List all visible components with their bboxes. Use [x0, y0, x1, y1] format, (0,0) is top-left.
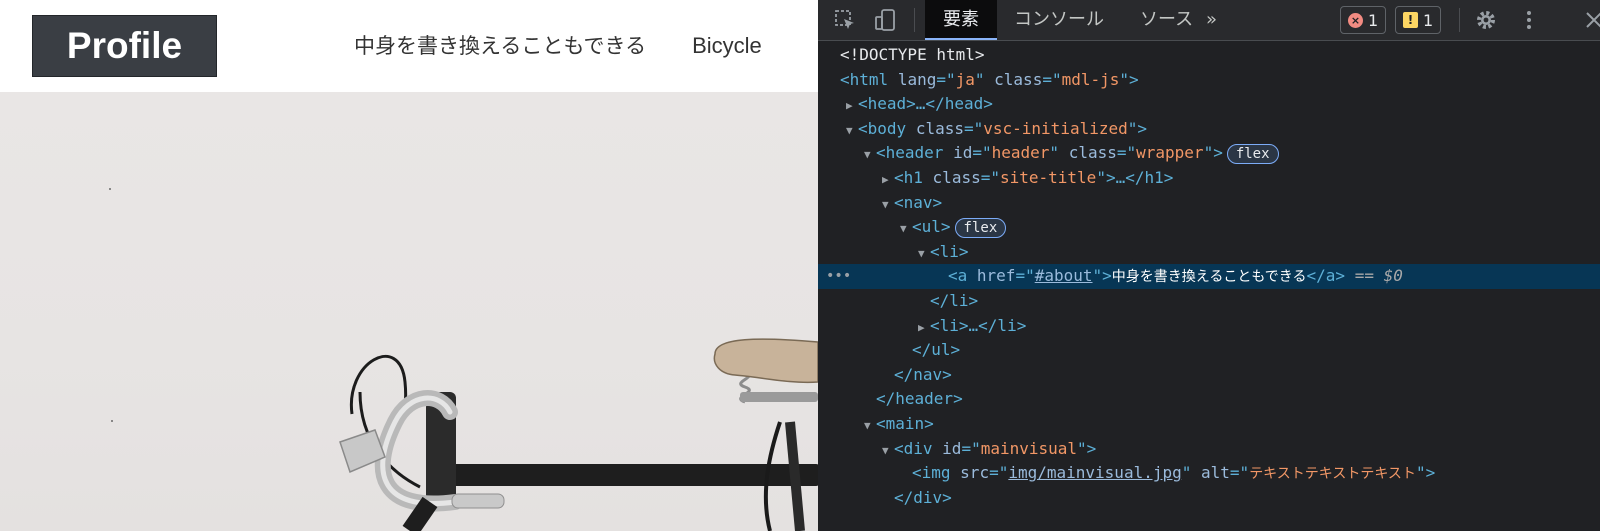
error-count: 1: [1368, 10, 1379, 30]
dom-node-li[interactable]: ▼ <li>: [818, 240, 1600, 265]
a-tag: <a: [948, 266, 968, 286]
dom-node-html[interactable]: <html lang="ja" class="mdl-js">: [818, 68, 1600, 93]
dom-node-li-close[interactable]: </li>: [818, 289, 1600, 314]
nav-link-bicycle[interactable]: Bicycle: [692, 30, 762, 62]
warning-count: 1: [1423, 10, 1434, 30]
dom-node-head[interactable]: ▶ <head>…</head>: [818, 92, 1600, 117]
main-visual-image: [0, 92, 818, 531]
collapse-triangle-icon[interactable]: ▼: [918, 242, 930, 267]
expand-triangle-icon[interactable]: ▶: [882, 168, 894, 193]
selected-marker: == $0: [1354, 266, 1403, 286]
error-count-badge[interactable]: × 1: [1340, 6, 1387, 34]
collapse-triangle-icon[interactable]: ▼: [864, 414, 876, 439]
dom-node-ul[interactable]: ▼ <ul> flex: [818, 215, 1600, 240]
inspect-element-icon[interactable]: [834, 9, 856, 31]
dom-node-doctype[interactable]: <!DOCTYPE html>: [818, 43, 1600, 68]
nav-close-tag: </nav>: [894, 364, 952, 384]
dom-node-header[interactable]: ▼ <header id="header" class="wrapper"> fle…: [818, 141, 1600, 166]
toolbar-divider: [1459, 8, 1460, 32]
src-link[interactable]: img/mainvisual.jpg: [1008, 463, 1181, 482]
main-tag: <main>: [876, 413, 934, 433]
dom-tree: <!DOCTYPE html> <html lang="ja" class="m…: [818, 43, 1600, 510]
attr-name: class: [994, 69, 1043, 89]
close-icon[interactable]: [1583, 9, 1600, 31]
collapse-triangle-icon[interactable]: ▼: [882, 193, 894, 218]
dom-node-header-close[interactable]: </header>: [818, 387, 1600, 412]
dom-node-nav[interactable]: ▼ <nav>: [818, 191, 1600, 216]
head-tag: <head>…</head>: [858, 94, 993, 114]
error-icon: ×: [1348, 12, 1363, 28]
collapse-triangle-icon[interactable]: ▼: [846, 119, 858, 144]
devtools-toolbar: 要素 コンソール ソース » × 1 ! 1: [818, 0, 1600, 41]
div-tag: <div: [894, 438, 933, 458]
header-tag: <header: [876, 143, 944, 163]
gear-icon[interactable]: [1475, 9, 1497, 31]
attr-value: mdl-js: [1061, 69, 1120, 89]
dom-node-img[interactable]: <img src="img/mainvisual.jpg" alt="テキストテ…: [818, 461, 1600, 486]
expand-triangle-icon[interactable]: ▶: [918, 316, 930, 341]
h1-close: >…</h1>: [1105, 167, 1174, 187]
toolbar-divider: [914, 8, 915, 32]
ellipsis-icon[interactable]: •••: [826, 264, 851, 289]
dom-node-ul-close[interactable]: </ul>: [818, 338, 1600, 363]
header-close-tag: </header>: [876, 389, 963, 409]
ul-close-tag: </ul>: [912, 340, 961, 360]
attr-value: vsc-initialized: [983, 118, 1128, 138]
h1-tag: <h1: [894, 167, 923, 187]
more-tabs-button[interactable]: »: [1198, 0, 1225, 40]
href-link[interactable]: #about: [1035, 266, 1093, 285]
a-text-content[interactable]: 中身を書き換えることもできる: [1112, 269, 1307, 285]
devtools-panel: 要素 コンソール ソース » × 1 ! 1 <!DOCTYPE html> <…: [818, 0, 1600, 531]
kebab-menu-icon[interactable]: [1518, 9, 1540, 31]
expand-triangle-icon[interactable]: ▶: [846, 94, 858, 119]
collapse-triangle-icon[interactable]: ▼: [864, 143, 876, 168]
device-toolbar-icon[interactable]: [874, 9, 896, 31]
tab-elements[interactable]: 要素: [925, 0, 997, 40]
flex-badge[interactable]: flex: [1226, 143, 1279, 164]
dom-node-body[interactable]: ▼ <body class="vsc-initialized">: [818, 117, 1600, 142]
website-viewport: Profile 中身を書き換えることもできる Bicycle: [0, 0, 818, 531]
li-tag: <li>: [930, 241, 969, 261]
attr-name: lang: [897, 69, 937, 89]
site-nav: 中身を書き換えることもできる Bicycle: [354, 30, 762, 62]
attr-value: ja: [955, 69, 975, 89]
a-close-tag: </a>: [1306, 266, 1346, 286]
doctype-text: <!DOCTYPE html>: [840, 45, 985, 64]
collapse-triangle-icon[interactable]: ▼: [882, 439, 894, 464]
body-tag: <body: [858, 118, 907, 138]
attr-value: wrapper: [1136, 143, 1204, 163]
site-header: Profile 中身を書き換えることもできる Bicycle: [0, 0, 818, 92]
flex-badge[interactable]: flex: [954, 217, 1007, 238]
dom-node-div[interactable]: ▼ <div id="mainvisual">: [818, 437, 1600, 462]
attr-value: header: [991, 143, 1050, 163]
site-title[interactable]: Profile: [32, 15, 217, 77]
li-close-tag: </li>: [930, 290, 979, 310]
attr-value: site-title: [999, 167, 1097, 187]
warning-count-badge[interactable]: ! 1: [1395, 6, 1442, 34]
bicycle-illustration: [109, 188, 818, 531]
html-tag: <html: [840, 69, 889, 89]
attr-value: mainvisual: [980, 438, 1078, 458]
attr-value: テキストテキストテキスト: [1249, 466, 1416, 483]
dom-node-nav-close[interactable]: </nav>: [818, 363, 1600, 388]
img-tag: <img: [912, 463, 951, 483]
nav-tag: <nav>: [894, 192, 943, 212]
tab-console[interactable]: コンソール: [996, 0, 1122, 40]
warning-icon: !: [1403, 12, 1418, 28]
dom-node-div-close[interactable]: </div>: [818, 486, 1600, 511]
div-close-tag: </div>: [894, 487, 952, 507]
dom-node-main[interactable]: ▼ <main>: [818, 412, 1600, 437]
dom-node-li-collapsed[interactable]: ▶ <li>…</li>: [818, 314, 1600, 339]
dom-node-a-selected[interactable]: ••• <a href="#about">中身を書き換えることもできる</a> =…: [818, 264, 1600, 289]
nav-link-about[interactable]: 中身を書き換えることもできる: [354, 30, 646, 62]
ul-tag: <ul>: [912, 217, 951, 237]
li-tag: <li>…</li>: [930, 315, 1027, 335]
dom-node-h1[interactable]: ▶ <h1 class="site-title">…</h1>: [818, 166, 1600, 191]
attr-name: href: [976, 266, 1016, 286]
collapse-triangle-icon[interactable]: ▼: [900, 217, 912, 242]
